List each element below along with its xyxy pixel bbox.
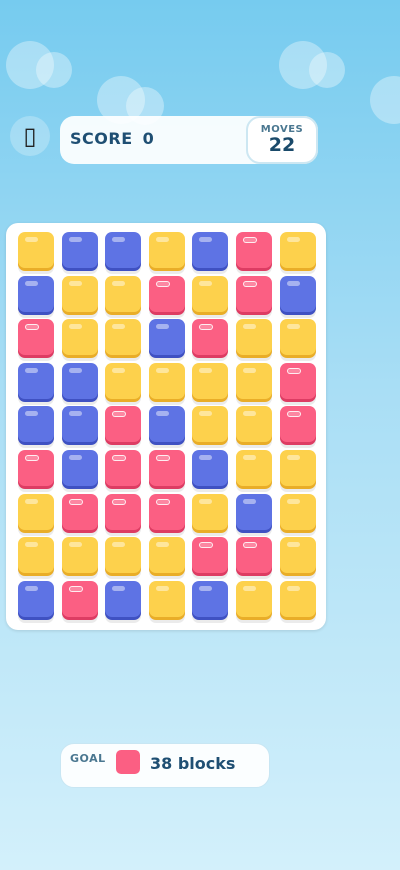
yellow-block[interactable] (236, 580, 272, 617)
blue-block[interactable] (61, 362, 98, 399)
blue-block[interactable] (18, 275, 54, 312)
yellow-block[interactable] (148, 232, 185, 268)
pink-block[interactable] (18, 450, 54, 486)
score-display: SCORE 0 (70, 129, 154, 148)
yellow-block[interactable] (105, 537, 142, 574)
goal-count: 38 blocks (150, 754, 236, 773)
pink-block[interactable] (105, 450, 142, 486)
pink-block[interactable] (192, 319, 229, 356)
yellow-block[interactable] (279, 232, 316, 268)
pink-block[interactable] (236, 275, 272, 312)
pink-block[interactable] (148, 450, 185, 486)
yellow-block[interactable] (236, 450, 272, 486)
yellow-block[interactable] (279, 580, 316, 617)
blue-block[interactable] (18, 406, 54, 443)
yellow-block[interactable] (279, 319, 316, 356)
pink-block[interactable] (279, 362, 316, 399)
blue-block[interactable] (148, 406, 185, 443)
yellow-block[interactable] (148, 580, 185, 617)
pink-block[interactable] (236, 537, 272, 574)
blue-block[interactable] (61, 232, 98, 268)
image-placeholder-icon[interactable]: ▯ (10, 116, 50, 156)
score-bar: SCORE 0 MOVES 22 (60, 116, 318, 164)
moves-counter: MOVES 22 (246, 116, 318, 164)
pink-block[interactable] (105, 406, 142, 443)
pink-block[interactable] (61, 580, 98, 617)
yellow-block[interactable] (18, 232, 54, 268)
yellow-block[interactable] (61, 319, 98, 356)
yellow-block[interactable] (148, 362, 185, 399)
yellow-block[interactable] (279, 537, 316, 574)
moves-value: 22 (268, 134, 296, 156)
yellow-block[interactable] (148, 537, 185, 574)
game-board (6, 223, 326, 630)
cloud (36, 52, 72, 88)
blue-block[interactable] (279, 275, 316, 312)
goal-block-swatch (116, 750, 140, 774)
yellow-block[interactable] (18, 493, 54, 530)
yellow-block[interactable] (236, 406, 272, 443)
blue-block[interactable] (192, 580, 229, 617)
blue-block[interactable] (192, 232, 229, 268)
yellow-block[interactable] (105, 275, 142, 312)
yellow-block[interactable] (192, 362, 229, 399)
blue-block[interactable] (192, 450, 229, 486)
goal-bar: GOAL 38 blocks (60, 743, 270, 788)
yellow-block[interactable] (61, 275, 98, 312)
yellow-block[interactable] (279, 450, 316, 486)
yellow-block[interactable] (61, 537, 98, 574)
pink-block[interactable] (61, 493, 98, 530)
score-value: 0 (142, 129, 155, 148)
yellow-block[interactable] (236, 362, 272, 399)
yellow-block[interactable] (105, 362, 142, 399)
blue-block[interactable] (61, 406, 98, 443)
yellow-block[interactable] (192, 275, 229, 312)
yellow-block[interactable] (236, 319, 272, 356)
yellow-block[interactable] (105, 319, 142, 356)
score-label: SCORE (70, 129, 133, 148)
pink-block[interactable] (236, 232, 272, 268)
pink-block[interactable] (148, 493, 185, 530)
blue-block[interactable] (18, 362, 54, 399)
yellow-block[interactable] (279, 493, 316, 530)
pink-block[interactable] (279, 406, 316, 443)
cloud (309, 52, 345, 88)
pink-block[interactable] (148, 275, 185, 312)
yellow-block[interactable] (192, 406, 229, 443)
pink-block[interactable] (192, 537, 229, 574)
yellow-block[interactable] (18, 537, 54, 574)
blue-block[interactable] (61, 450, 98, 486)
blue-block[interactable] (105, 232, 142, 268)
blue-block[interactable] (18, 580, 54, 617)
yellow-block[interactable] (192, 493, 229, 530)
blue-block[interactable] (105, 580, 142, 617)
pink-block[interactable] (105, 493, 142, 530)
goal-label: GOAL (70, 752, 106, 765)
cloud (370, 76, 400, 124)
blue-block[interactable] (236, 493, 272, 530)
pink-block[interactable] (18, 319, 54, 356)
blue-block[interactable] (148, 319, 185, 356)
